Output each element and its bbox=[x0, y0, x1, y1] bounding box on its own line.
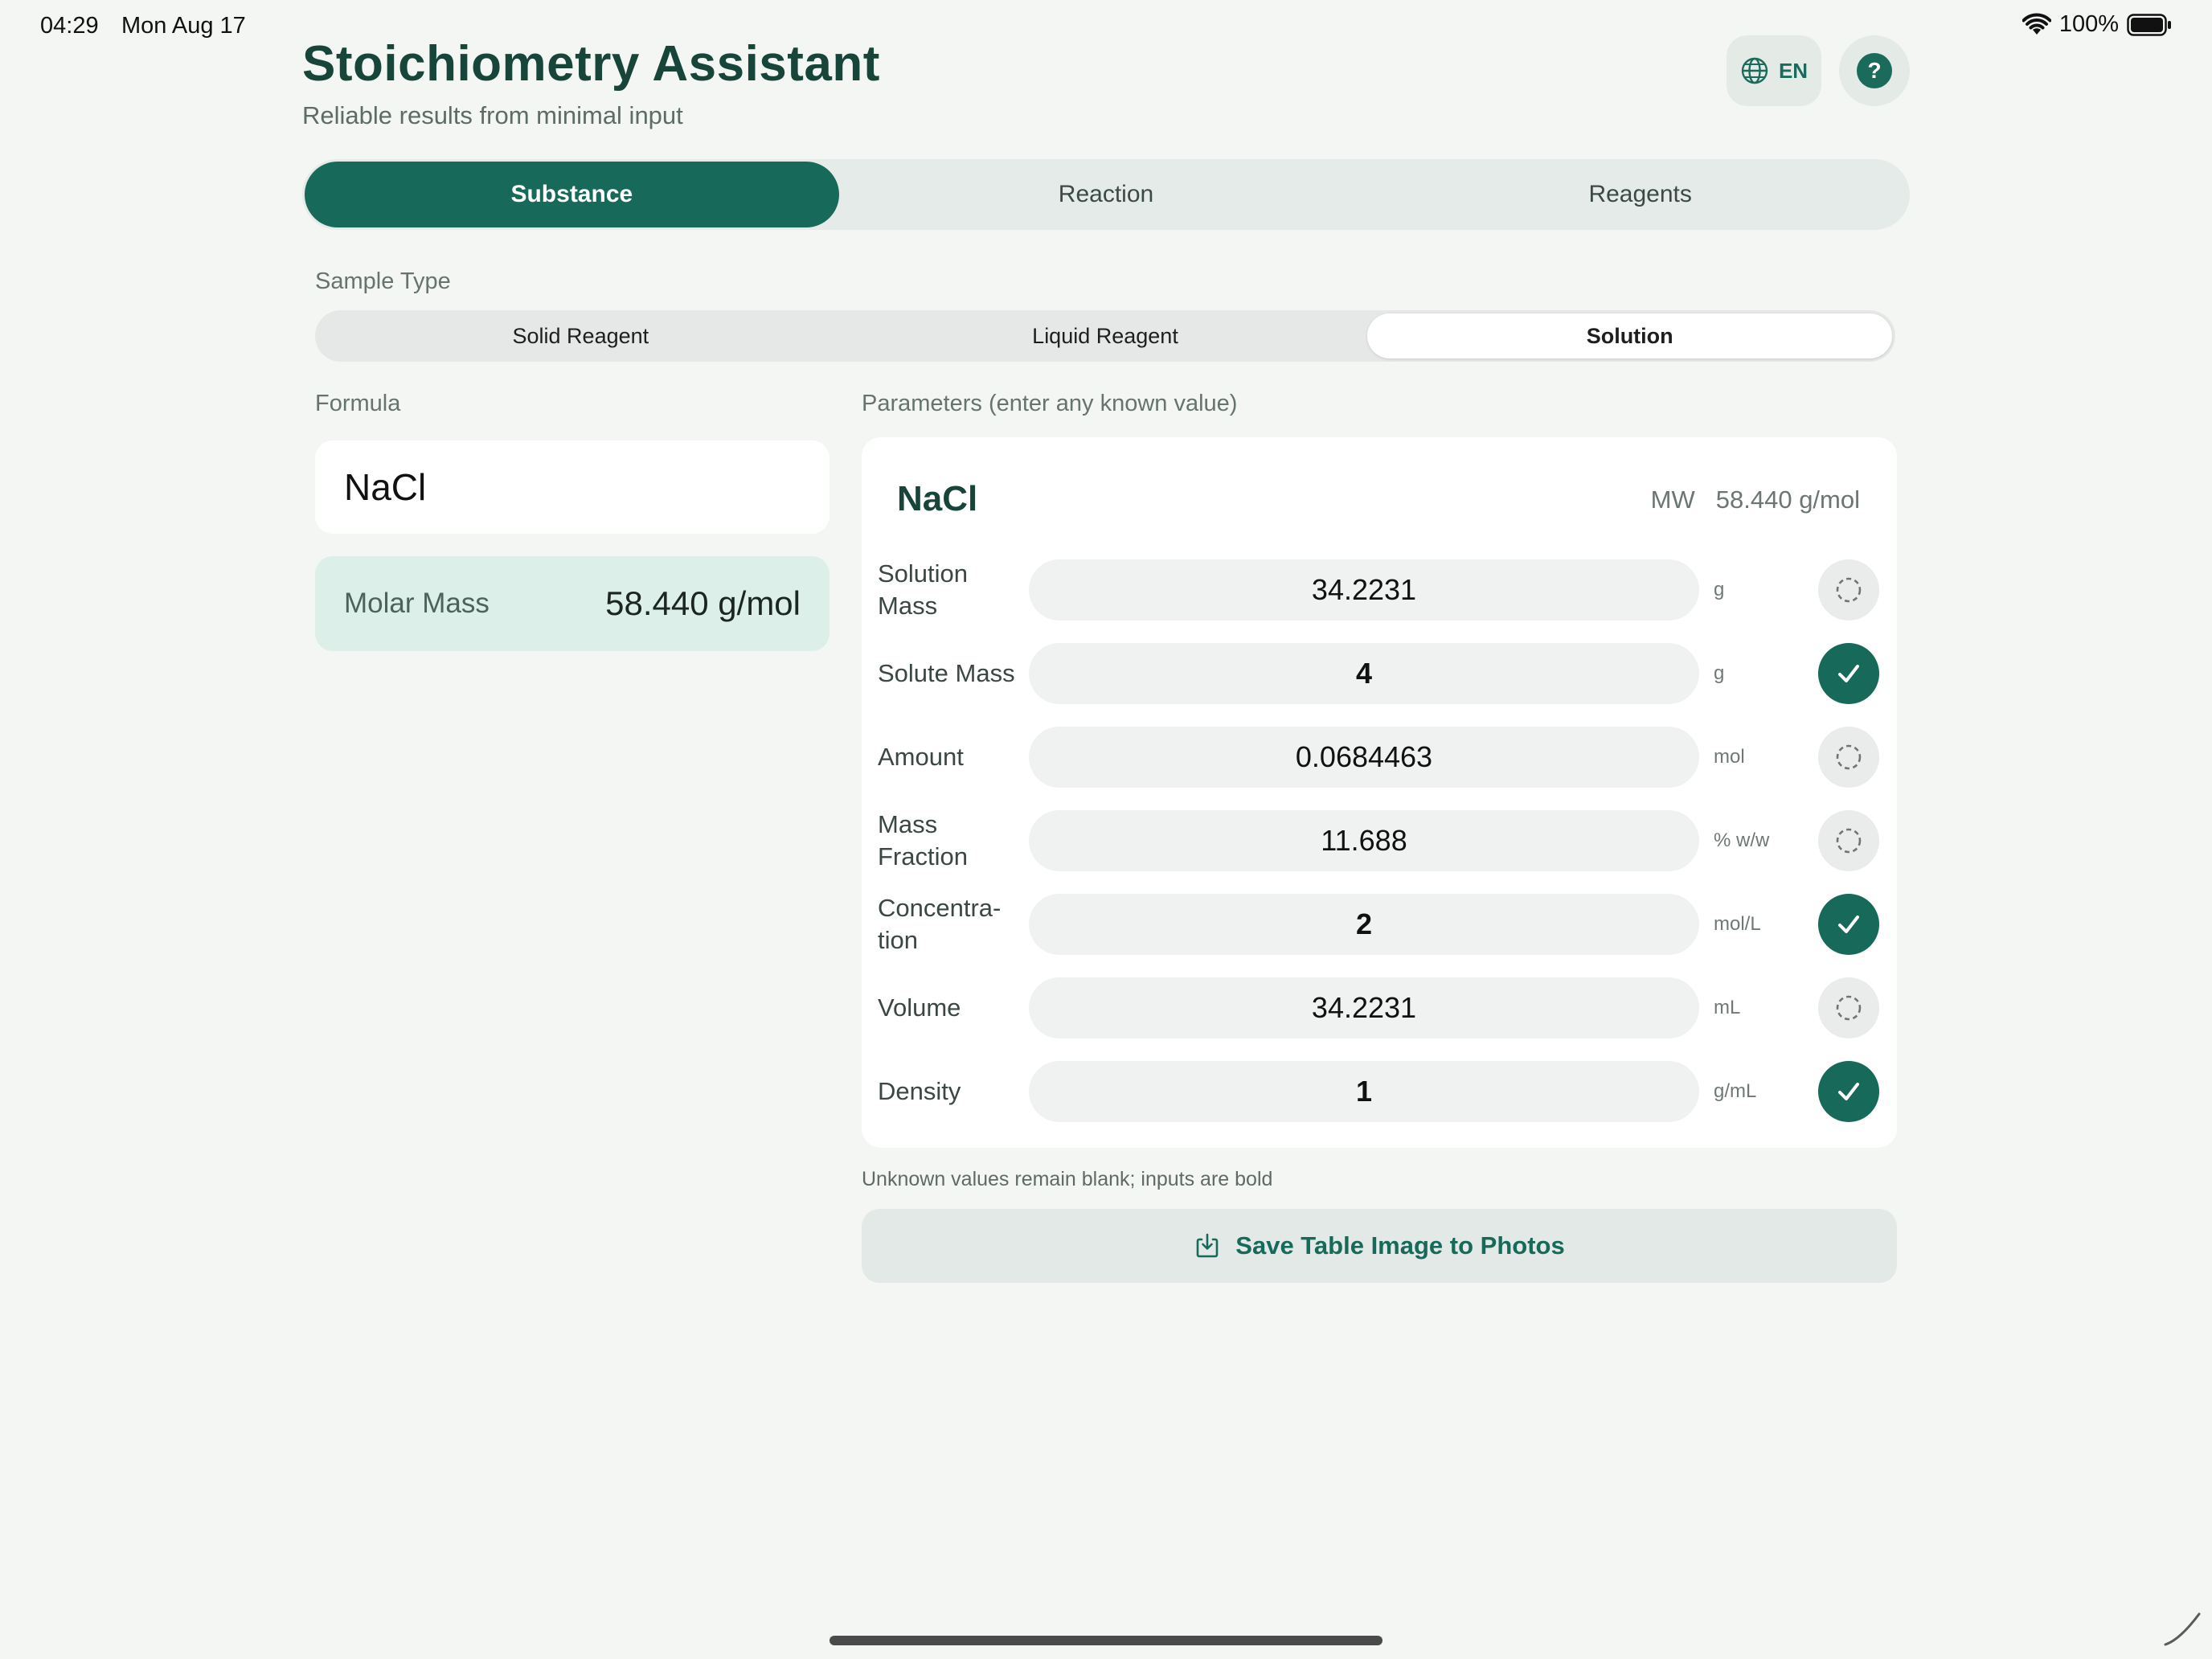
parameters-table: NaCl MW 58.440 g/mol Solution Mass 34.2231… bbox=[862, 437, 1897, 1148]
concentration-field[interactable]: 2 bbox=[1029, 894, 1699, 955]
language-button[interactable]: EN bbox=[1727, 35, 1821, 106]
globe-icon bbox=[1741, 57, 1768, 84]
param-row-concentration: Concentra- tion 2 mol/L bbox=[862, 894, 1897, 955]
dashed-circle-icon bbox=[1836, 744, 1862, 770]
concentration-input-toggle[interactable] bbox=[1818, 894, 1879, 955]
molecular-weight: MW 58.440 g/mol bbox=[1651, 485, 1860, 514]
mass-fraction-input-toggle[interactable] bbox=[1818, 810, 1879, 871]
download-icon bbox=[1196, 1233, 1219, 1258]
status-time: 04:29 bbox=[40, 13, 99, 39]
formula-label: Formula bbox=[315, 391, 401, 416]
amount-label: Amount bbox=[878, 743, 964, 771]
scribble-handle-icon[interactable] bbox=[2162, 1608, 2202, 1648]
solute-mass-field[interactable]: 4 bbox=[1029, 643, 1699, 704]
param-row-density: Density 1 g/mL bbox=[862, 1061, 1897, 1122]
mass-fraction-field[interactable]: 11.688 bbox=[1029, 810, 1699, 871]
solution-mass-label: Solution Mass bbox=[878, 559, 969, 620]
checkmark-icon bbox=[1838, 665, 1859, 682]
density-unit: g/mL bbox=[1714, 1080, 1757, 1102]
parameters-formula: NaCl bbox=[897, 479, 978, 518]
volume-field[interactable]: 34.2231 bbox=[1029, 977, 1699, 1038]
param-row-volume: Volume 34.2231 mL bbox=[862, 977, 1897, 1038]
solution-mass-field[interactable]: 34.2231 bbox=[1029, 559, 1699, 621]
wifi-icon bbox=[2022, 13, 2051, 35]
volume-unit: mL bbox=[1714, 997, 1741, 1018]
sample-type-segmented-control: Solid Reagent Liquid Reagent Solution bbox=[315, 310, 1895, 362]
solution-mass-input-toggle[interactable] bbox=[1818, 559, 1879, 621]
main-tab-bar: Substance Reaction Reagents bbox=[302, 159, 1910, 230]
dashed-circle-icon bbox=[1836, 995, 1862, 1021]
amount-field[interactable]: 0.0684463 bbox=[1029, 727, 1699, 788]
mw-label: MW bbox=[1650, 485, 1695, 514]
page-title: Stoichiometry Assistant bbox=[302, 36, 880, 92]
input-hint: Unknown values remain blank; inputs are … bbox=[862, 1168, 1273, 1190]
concentration-label: Concentra- tion bbox=[878, 894, 1002, 954]
checkmark-icon bbox=[1838, 1083, 1859, 1100]
status-date: Mon Aug 17 bbox=[121, 13, 246, 39]
sample-type-label: Sample Type bbox=[315, 268, 451, 294]
segment-liquid-reagent[interactable]: Liquid Reagent bbox=[843, 313, 1368, 358]
param-row-solute-mass: Solute Mass 4 g bbox=[862, 643, 1897, 704]
dashed-circle-icon bbox=[1836, 577, 1862, 603]
tab-reaction[interactable]: Reaction bbox=[839, 162, 1374, 227]
solute-mass-unit: g bbox=[1714, 662, 1725, 684]
solute-mass-label: Solute Mass bbox=[878, 659, 1015, 687]
volume-label: Volume bbox=[878, 993, 961, 1022]
mass-fraction-label: Mass Fraction bbox=[878, 810, 968, 870]
param-row-solution-mass: Solution Mass 34.2231 g bbox=[862, 559, 1897, 621]
question-icon: ? bbox=[1857, 53, 1892, 88]
language-label: EN bbox=[1778, 58, 1809, 83]
dashed-circle-icon bbox=[1836, 828, 1862, 854]
formula-input[interactable]: NaCl bbox=[315, 440, 830, 534]
save-table-image-button[interactable]: Save Table Image to Photos bbox=[862, 1209, 1897, 1283]
molar-mass-label: Molar Mass bbox=[344, 588, 490, 619]
app-screen: 04:29 Mon Aug 17 100% Stoichiometry Assi… bbox=[0, 0, 2212, 1659]
segment-solid-reagent[interactable]: Solid Reagent bbox=[318, 313, 843, 358]
page-subtitle: Reliable results from minimal input bbox=[302, 101, 683, 129]
density-input-toggle[interactable] bbox=[1818, 1061, 1879, 1122]
checkmark-icon bbox=[1838, 916, 1859, 933]
parameters-label: Parameters (enter any known value) bbox=[862, 391, 1238, 416]
save-button-label: Save Table Image to Photos bbox=[1235, 1231, 1565, 1260]
amount-unit: mol bbox=[1714, 746, 1745, 768]
mass-fraction-unit: % w/w bbox=[1714, 830, 1770, 851]
mw-value: 58.440 g/mol bbox=[1715, 485, 1860, 514]
help-button[interactable]: ? bbox=[1839, 35, 1910, 106]
param-row-mass-fraction: Mass Fraction 11.688 % w/w bbox=[862, 810, 1897, 871]
status-indicators: 100% bbox=[2022, 11, 2172, 38]
tab-reagents[interactable]: Reagents bbox=[1373, 162, 1907, 227]
home-indicator[interactable] bbox=[830, 1636, 1382, 1645]
density-label: Density bbox=[878, 1077, 961, 1105]
volume-input-toggle[interactable] bbox=[1818, 977, 1879, 1038]
molar-mass-card: Molar Mass 58.440 g/mol bbox=[315, 556, 830, 651]
tab-substance[interactable]: Substance bbox=[305, 162, 839, 227]
battery-percent: 100% bbox=[2058, 11, 2119, 37]
solute-mass-input-toggle[interactable] bbox=[1818, 643, 1879, 704]
param-row-amount: Amount 0.0684463 mol bbox=[862, 727, 1897, 788]
amount-input-toggle[interactable] bbox=[1818, 727, 1879, 788]
solution-mass-unit: g bbox=[1714, 579, 1725, 600]
segment-solution[interactable]: Solution bbox=[1367, 313, 1893, 358]
battery-icon bbox=[2127, 13, 2171, 36]
concentration-unit: mol/L bbox=[1714, 913, 1761, 935]
density-field[interactable]: 1 bbox=[1029, 1061, 1699, 1122]
molar-mass-value: 58.440 g/mol bbox=[605, 584, 801, 622]
